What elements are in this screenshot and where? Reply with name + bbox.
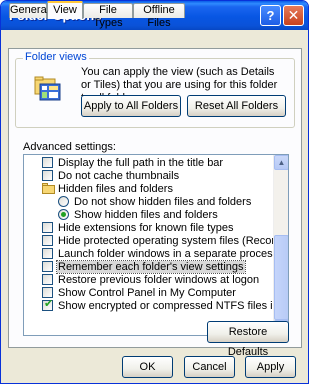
help-button[interactable]: ?	[260, 5, 281, 26]
checkbox[interactable]	[42, 274, 53, 285]
list-item-label: Show encrypted or compressed NTFS files …	[58, 300, 289, 312]
list-item[interactable]: ✔ Show encrypted or compressed NTFS file…	[42, 298, 288, 312]
tab-view[interactable]: View	[47, 1, 83, 19]
advanced-settings-label: Advanced settings:	[23, 141, 116, 153]
radio-button[interactable]	[58, 196, 69, 207]
scroll-up-button[interactable]: ▲	[274, 155, 288, 170]
folder-views-icon	[34, 76, 61, 101]
cancel-button[interactable]: Cancel	[184, 356, 235, 378]
scrollbar-thumb[interactable]	[274, 235, 288, 320]
tab-file-types[interactable]: File Types	[83, 3, 133, 29]
list-item[interactable]: Restore previous folder windows at logon	[42, 274, 272, 286]
list-item-label: Do not show hidden files and folders	[74, 196, 252, 208]
list-item-label: Show Control Panel in My Computer	[58, 287, 236, 299]
advanced-settings-list[interactable]: Display the full path in the title bar D…	[23, 154, 289, 336]
radio-dot	[61, 212, 66, 217]
list-item[interactable]: Hide protected operating system files (R…	[42, 235, 288, 247]
list-item: Hidden files and folders	[42, 183, 272, 195]
checkbox[interactable]	[42, 170, 53, 181]
radio-button-selected[interactable]	[58, 209, 69, 220]
checkbox-checked[interactable]: ✔	[42, 298, 54, 311]
close-button[interactable]: ✕	[283, 5, 304, 26]
ok-button[interactable]: OK	[122, 356, 173, 378]
tab-offline-files[interactable]: Offline Files	[133, 3, 185, 29]
list-item[interactable]: Do not cache thumbnails	[42, 170, 272, 182]
apply-button[interactable]: Apply	[245, 356, 296, 378]
folder-views-legend: Folder views	[23, 51, 89, 63]
checkbox[interactable]	[42, 287, 53, 298]
list-item-label: Hide protected operating system files (R…	[58, 235, 288, 247]
list-item-label: Display the full path in the title bar	[58, 157, 224, 169]
list-item-label: Do not cache thumbnails	[58, 170, 180, 182]
vertical-scrollbar[interactable]: ▲ ▼	[273, 155, 288, 335]
list-item-label: Hidden files and folders	[58, 183, 173, 195]
list-item[interactable]: Show hidden files and folders	[58, 209, 272, 221]
list-item-label: Launch folder windows in a separate proc…	[58, 248, 279, 260]
list-item[interactable]: Do not show hidden files and folders	[58, 196, 272, 208]
apply-to-all-folders-button[interactable]: Apply to All Folders	[81, 95, 181, 117]
folder-icon	[42, 183, 55, 194]
list-item[interactable]: Hide extensions for known file types	[42, 222, 272, 234]
folder-options-dialog: Folder Options ? ✕ General View File Typ…	[0, 0, 309, 384]
list-item-label: Restore previous folder windows at logon	[58, 274, 260, 286]
list-item[interactable]: Launch folder windows in a separate proc…	[42, 248, 278, 260]
checkbox[interactable]	[42, 235, 53, 246]
checkbox[interactable]	[42, 248, 53, 259]
list-item-selected[interactable]: Remember each folder's view settings	[42, 260, 272, 274]
checkbox[interactable]	[42, 157, 53, 168]
check-mark-icon: ✔	[44, 298, 54, 310]
list-item-label: Show hidden files and folders	[74, 209, 218, 221]
list-item-label: Hide extensions for known file types	[58, 222, 234, 234]
reset-all-folders-button[interactable]: Reset All Folders	[187, 95, 286, 117]
checkbox[interactable]	[42, 261, 53, 272]
list-item[interactable]: Display the full path in the title bar	[42, 157, 272, 169]
restore-defaults-button[interactable]: Restore Defaults	[207, 321, 289, 358]
list-item-label: Remember each folder's view settings	[56, 260, 246, 274]
list-item[interactable]: Show Control Panel in My Computer	[42, 287, 272, 299]
checkbox[interactable]	[42, 222, 53, 233]
tab-general[interactable]: General	[9, 3, 49, 18]
